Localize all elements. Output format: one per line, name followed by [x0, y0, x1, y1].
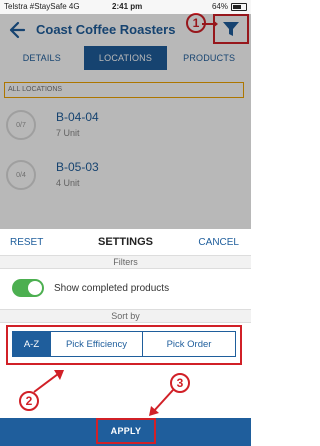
- status-bar: Telstra #StaySafe 4G 2:41 pm 64%: [0, 0, 251, 14]
- carrier-text: Telstra #StaySafe 4G: [4, 2, 80, 11]
- apply-label: APPLY: [110, 426, 142, 436]
- cancel-button[interactable]: CANCEL: [198, 237, 239, 248]
- reset-button[interactable]: RESET: [10, 237, 43, 248]
- callout-2-arrow-icon: [33, 370, 64, 393]
- settings-sheet: RESET SETTINGS CANCEL Filters Show compl…: [0, 229, 251, 446]
- sort-pick-efficiency-button[interactable]: Pick Efficiency: [51, 332, 143, 356]
- apply-button[interactable]: APPLY: [96, 418, 156, 444]
- callout-3-arrow-icon: [149, 389, 174, 416]
- sort-az-button[interactable]: A-Z: [13, 332, 51, 356]
- sort-segmented-control: A-Z Pick Efficiency Pick Order: [12, 331, 236, 357]
- sort-section-label: Sort by: [0, 309, 251, 323]
- show-completed-label: Show completed products: [54, 283, 170, 294]
- status-right: 64%: [212, 2, 247, 11]
- show-completed-toggle[interactable]: [12, 279, 44, 297]
- battery-icon: [231, 2, 247, 11]
- modal-overlay[interactable]: [0, 14, 251, 229]
- settings-header: RESET SETTINGS CANCEL: [0, 229, 251, 257]
- filters-section-label: Filters: [0, 255, 251, 269]
- sort-pick-order-button[interactable]: Pick Order: [143, 332, 235, 356]
- settings-title: SETTINGS: [98, 236, 154, 248]
- status-time: 2:41 pm: [112, 2, 143, 11]
- battery-percent: 64%: [211, 2, 228, 11]
